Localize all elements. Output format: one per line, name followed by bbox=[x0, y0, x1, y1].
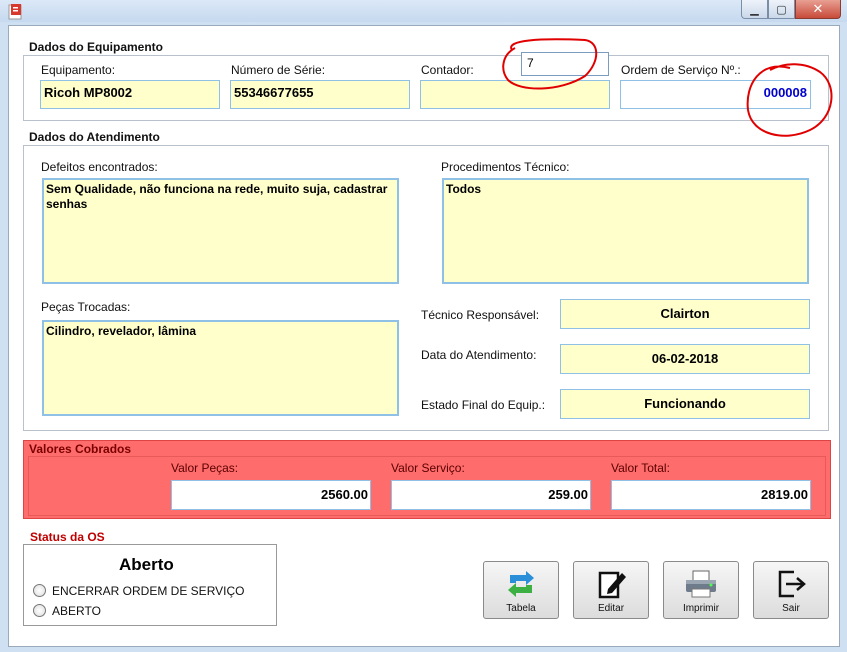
valor-pecas-field[interactable]: 2560.00 bbox=[171, 480, 371, 510]
contador-field[interactable] bbox=[420, 80, 610, 109]
sair-button[interactable]: Sair bbox=[753, 561, 829, 619]
valor-servico-label: Valor Serviço: bbox=[391, 461, 465, 475]
maximize-button[interactable]: ▢ bbox=[768, 0, 795, 19]
ordem-servico-field[interactable]: 000008 bbox=[620, 80, 811, 109]
imprimir-button[interactable]: Imprimir bbox=[663, 561, 739, 619]
window-titlebar: ▁ ▢ ✕ bbox=[0, 0, 847, 22]
valor-total-label: Valor Total: bbox=[611, 461, 670, 475]
exit-door-icon bbox=[778, 570, 806, 598]
defeitos-textarea[interactable]: Sem Qualidade, não funciona na rede, mui… bbox=[42, 178, 399, 284]
form-client-area: Dados do Equipamento Equipamento: Ricoh … bbox=[8, 25, 840, 647]
estado-final-field[interactable]: Funcionando bbox=[560, 389, 810, 419]
pecas-trocadas-textarea[interactable]: Cilindro, revelador, lâmina bbox=[42, 320, 399, 416]
valor-total-field[interactable]: 2819.00 bbox=[611, 480, 811, 510]
close-button[interactable]: ✕ bbox=[795, 0, 841, 19]
edit-note-icon bbox=[598, 571, 626, 599]
imprimir-button-label: Imprimir bbox=[682, 603, 720, 614]
refresh-arrows-icon bbox=[508, 571, 534, 597]
minimize-button[interactable]: ▁ bbox=[741, 0, 768, 19]
radio-aberto-label[interactable]: ABERTO bbox=[52, 604, 101, 618]
equipamento-section-title: Dados do Equipamento bbox=[29, 40, 164, 54]
valor-pecas-label: Valor Peças: bbox=[171, 461, 239, 475]
numero-serie-field[interactable]: 55346677655 bbox=[230, 80, 410, 109]
window-controls: ▁ ▢ ✕ bbox=[741, 0, 841, 19]
numero-serie-label: Número de Série: bbox=[231, 63, 326, 77]
editar-button[interactable]: Editar bbox=[573, 561, 649, 619]
status-current: Aberto bbox=[119, 555, 174, 574]
contador-label: Contador: bbox=[421, 63, 474, 77]
tecnico-field[interactable]: Clairton bbox=[560, 299, 810, 329]
editar-button-label: Editar bbox=[597, 603, 625, 614]
tabela-button-label: Tabela bbox=[506, 603, 536, 614]
ordem-servico-label: Ordem de Serviço Nº.: bbox=[621, 63, 741, 77]
pecas-trocadas-label: Peças Trocadas: bbox=[41, 300, 131, 314]
status-section-title: Status da OS bbox=[30, 530, 105, 544]
printer-icon bbox=[686, 570, 716, 598]
radio-aberto[interactable] bbox=[33, 604, 46, 617]
equipamento-field[interactable]: Ricoh MP8002 bbox=[40, 80, 220, 109]
atendimento-section-title: Dados do Atendimento bbox=[29, 130, 160, 144]
radio-encerrar[interactable] bbox=[33, 584, 46, 597]
procedimentos-textarea[interactable]: Todos bbox=[442, 178, 809, 284]
radio-encerrar-label[interactable]: ENCERRAR ORDEM DE SERVIÇO bbox=[52, 584, 244, 598]
data-atendimento-label: Data do Atendimento: bbox=[421, 348, 537, 362]
app-icon[interactable] bbox=[7, 3, 25, 20]
contador-popup-input[interactable]: 7 bbox=[521, 52, 609, 76]
tecnico-label: Técnico Responsável: bbox=[421, 308, 540, 322]
tabela-button[interactable]: Tabela bbox=[483, 561, 559, 619]
valor-servico-field[interactable]: 259.00 bbox=[391, 480, 591, 510]
valores-section-title: Valores Cobrados bbox=[29, 442, 132, 456]
equipamento-label: Equipamento: bbox=[41, 63, 116, 77]
valores-group: Valores Cobrados Valor Peças: 2560.00 Va… bbox=[23, 440, 831, 519]
sair-button-label: Sair bbox=[782, 603, 800, 614]
estado-final-label: Estado Final do Equip.: bbox=[421, 398, 546, 412]
procedimentos-label: Procedimentos Técnico: bbox=[441, 160, 570, 174]
data-atendimento-field[interactable]: 06-02-2018 bbox=[560, 344, 810, 374]
defeitos-label: Defeitos encontrados: bbox=[41, 160, 158, 174]
